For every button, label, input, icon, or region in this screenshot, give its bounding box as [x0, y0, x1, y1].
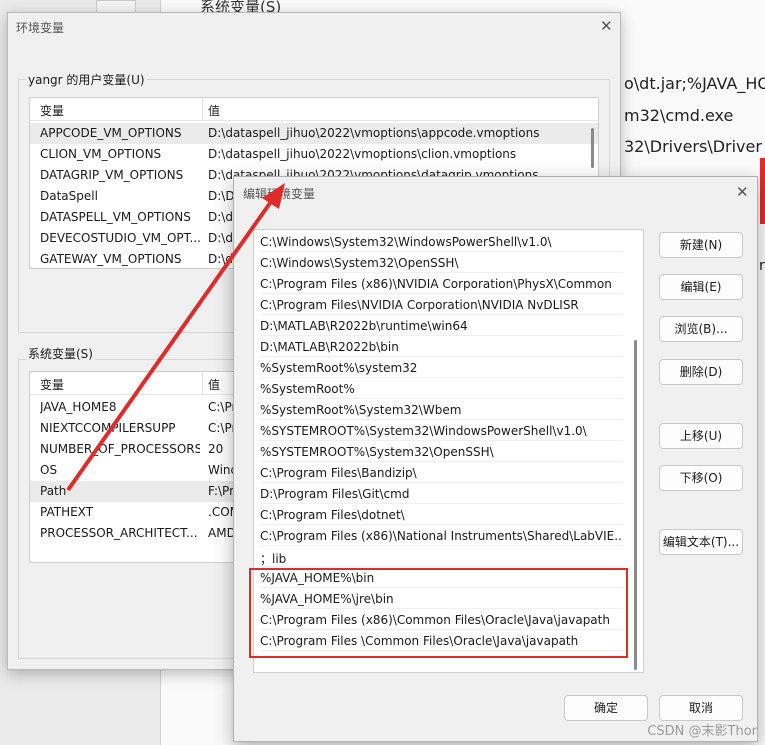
annotation-arrow: [66, 183, 285, 492]
watermark: CSDN @末影Thor: [647, 724, 757, 739]
